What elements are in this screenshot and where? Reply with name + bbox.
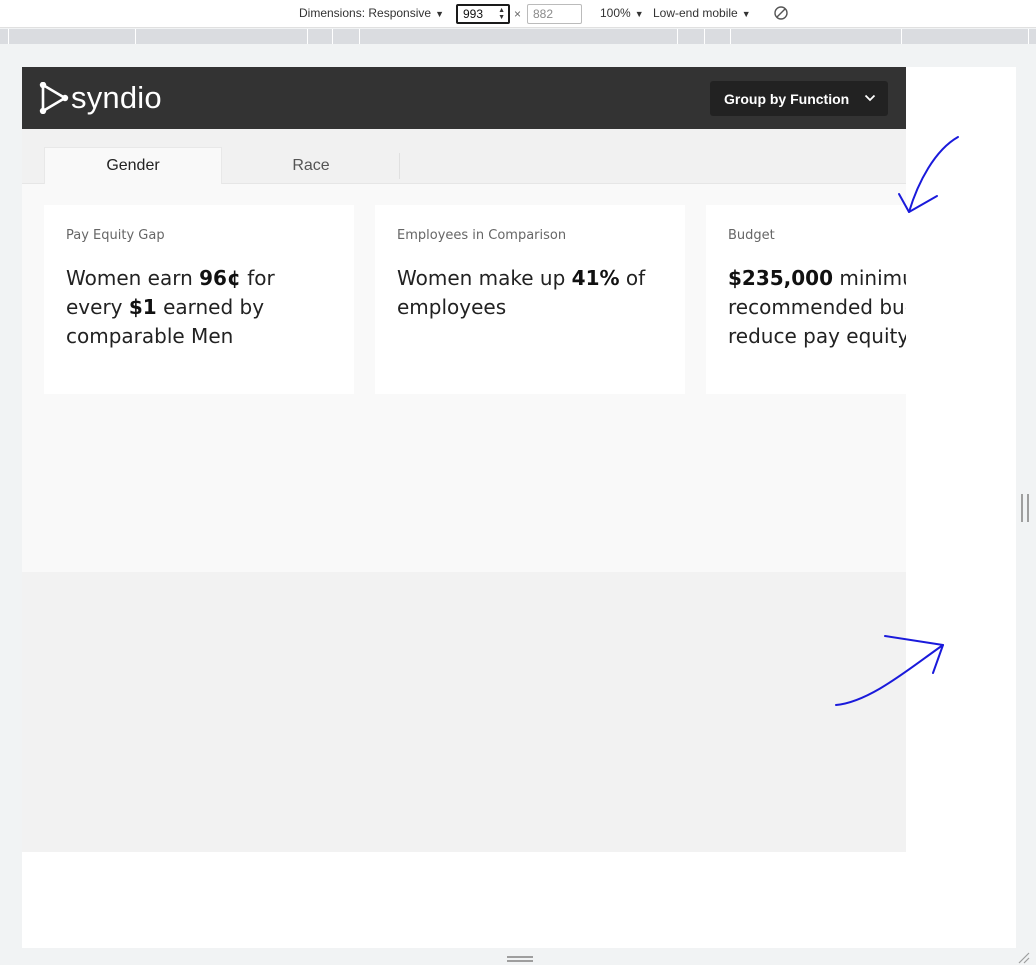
media-query-ruler[interactable] [0,29,1036,44]
tab-race[interactable]: Race [222,147,400,184]
syndio-logo[interactable]: syndio [39,80,162,116]
caret-down-icon: ▼ [435,9,444,19]
app-header: syndio Group by Function [22,67,906,129]
stat-value: 96¢ [199,266,241,290]
card-label: Employees in Comparison [397,228,567,243]
caret-down-icon: ▼ [634,9,644,19]
throttle-value: Low-end mobile [653,6,738,20]
height-placeholder: 882 [533,7,554,21]
chevron-down-icon [864,94,876,102]
app-page: syndio Group by Function Gender Race Pay… [22,67,1016,852]
height-input[interactable]: 882 [527,4,582,24]
bottom-resize-handle[interactable] [507,956,533,962]
emulated-viewport: syndio Group by Function Gender Race Pay… [22,67,1016,948]
rotate-icon[interactable] [773,5,789,24]
card-statement: Women make up 41% of employees [397,266,646,319]
throttle-dropdown[interactable]: Low-end mobile ▼ [653,6,751,20]
tab-bar: Gender Race [22,129,906,184]
group-by-function-button[interactable]: Group by Function [710,81,888,116]
stat-value: 41% [571,266,620,290]
stat-value: $1 [128,295,157,319]
corner-resize-icon[interactable] [1016,950,1030,964]
card-label: Pay Equity Gap [66,228,165,243]
syndio-logo-icon [39,82,69,114]
right-resize-handle[interactable] [1021,494,1029,522]
card-statement: Women earn 96¢ for every $1 earned by co… [66,266,275,348]
zoom-value: 100% [600,6,631,20]
employees-in-comparison-card: Employees in Comparison Women make up 41… [375,205,685,394]
devtools-device-toolbar: Dimensions: Responsive ▼ 993 ▲ ▼ × 882 100… [0,0,1036,28]
pay-equity-gap-card: Pay Equity Gap Women earn 96¢ for every … [44,205,354,394]
zoom-dropdown[interactable]: 100% ▼ [600,6,644,20]
overflow-gap [906,67,1016,948]
group-button-label: Group by Function [724,90,850,107]
caret-down-icon: ▼ [741,9,751,19]
width-value: 993 [463,7,484,21]
dimensions-dropdown[interactable]: Dimensions: Responsive ▼ [299,6,444,20]
width-input[interactable]: 993 ▲ ▼ [456,4,510,24]
tab-divider [399,153,400,179]
tab-gender[interactable]: Gender [44,147,222,184]
footer-band [22,572,906,852]
stat-value: $235,000 [728,266,834,290]
logo-wordmark: syndio [71,80,162,115]
spinner-icon[interactable]: ▲ ▼ [498,7,505,21]
times-sign: × [514,7,522,21]
dimensions-label: Dimensions: Responsive [299,6,432,20]
